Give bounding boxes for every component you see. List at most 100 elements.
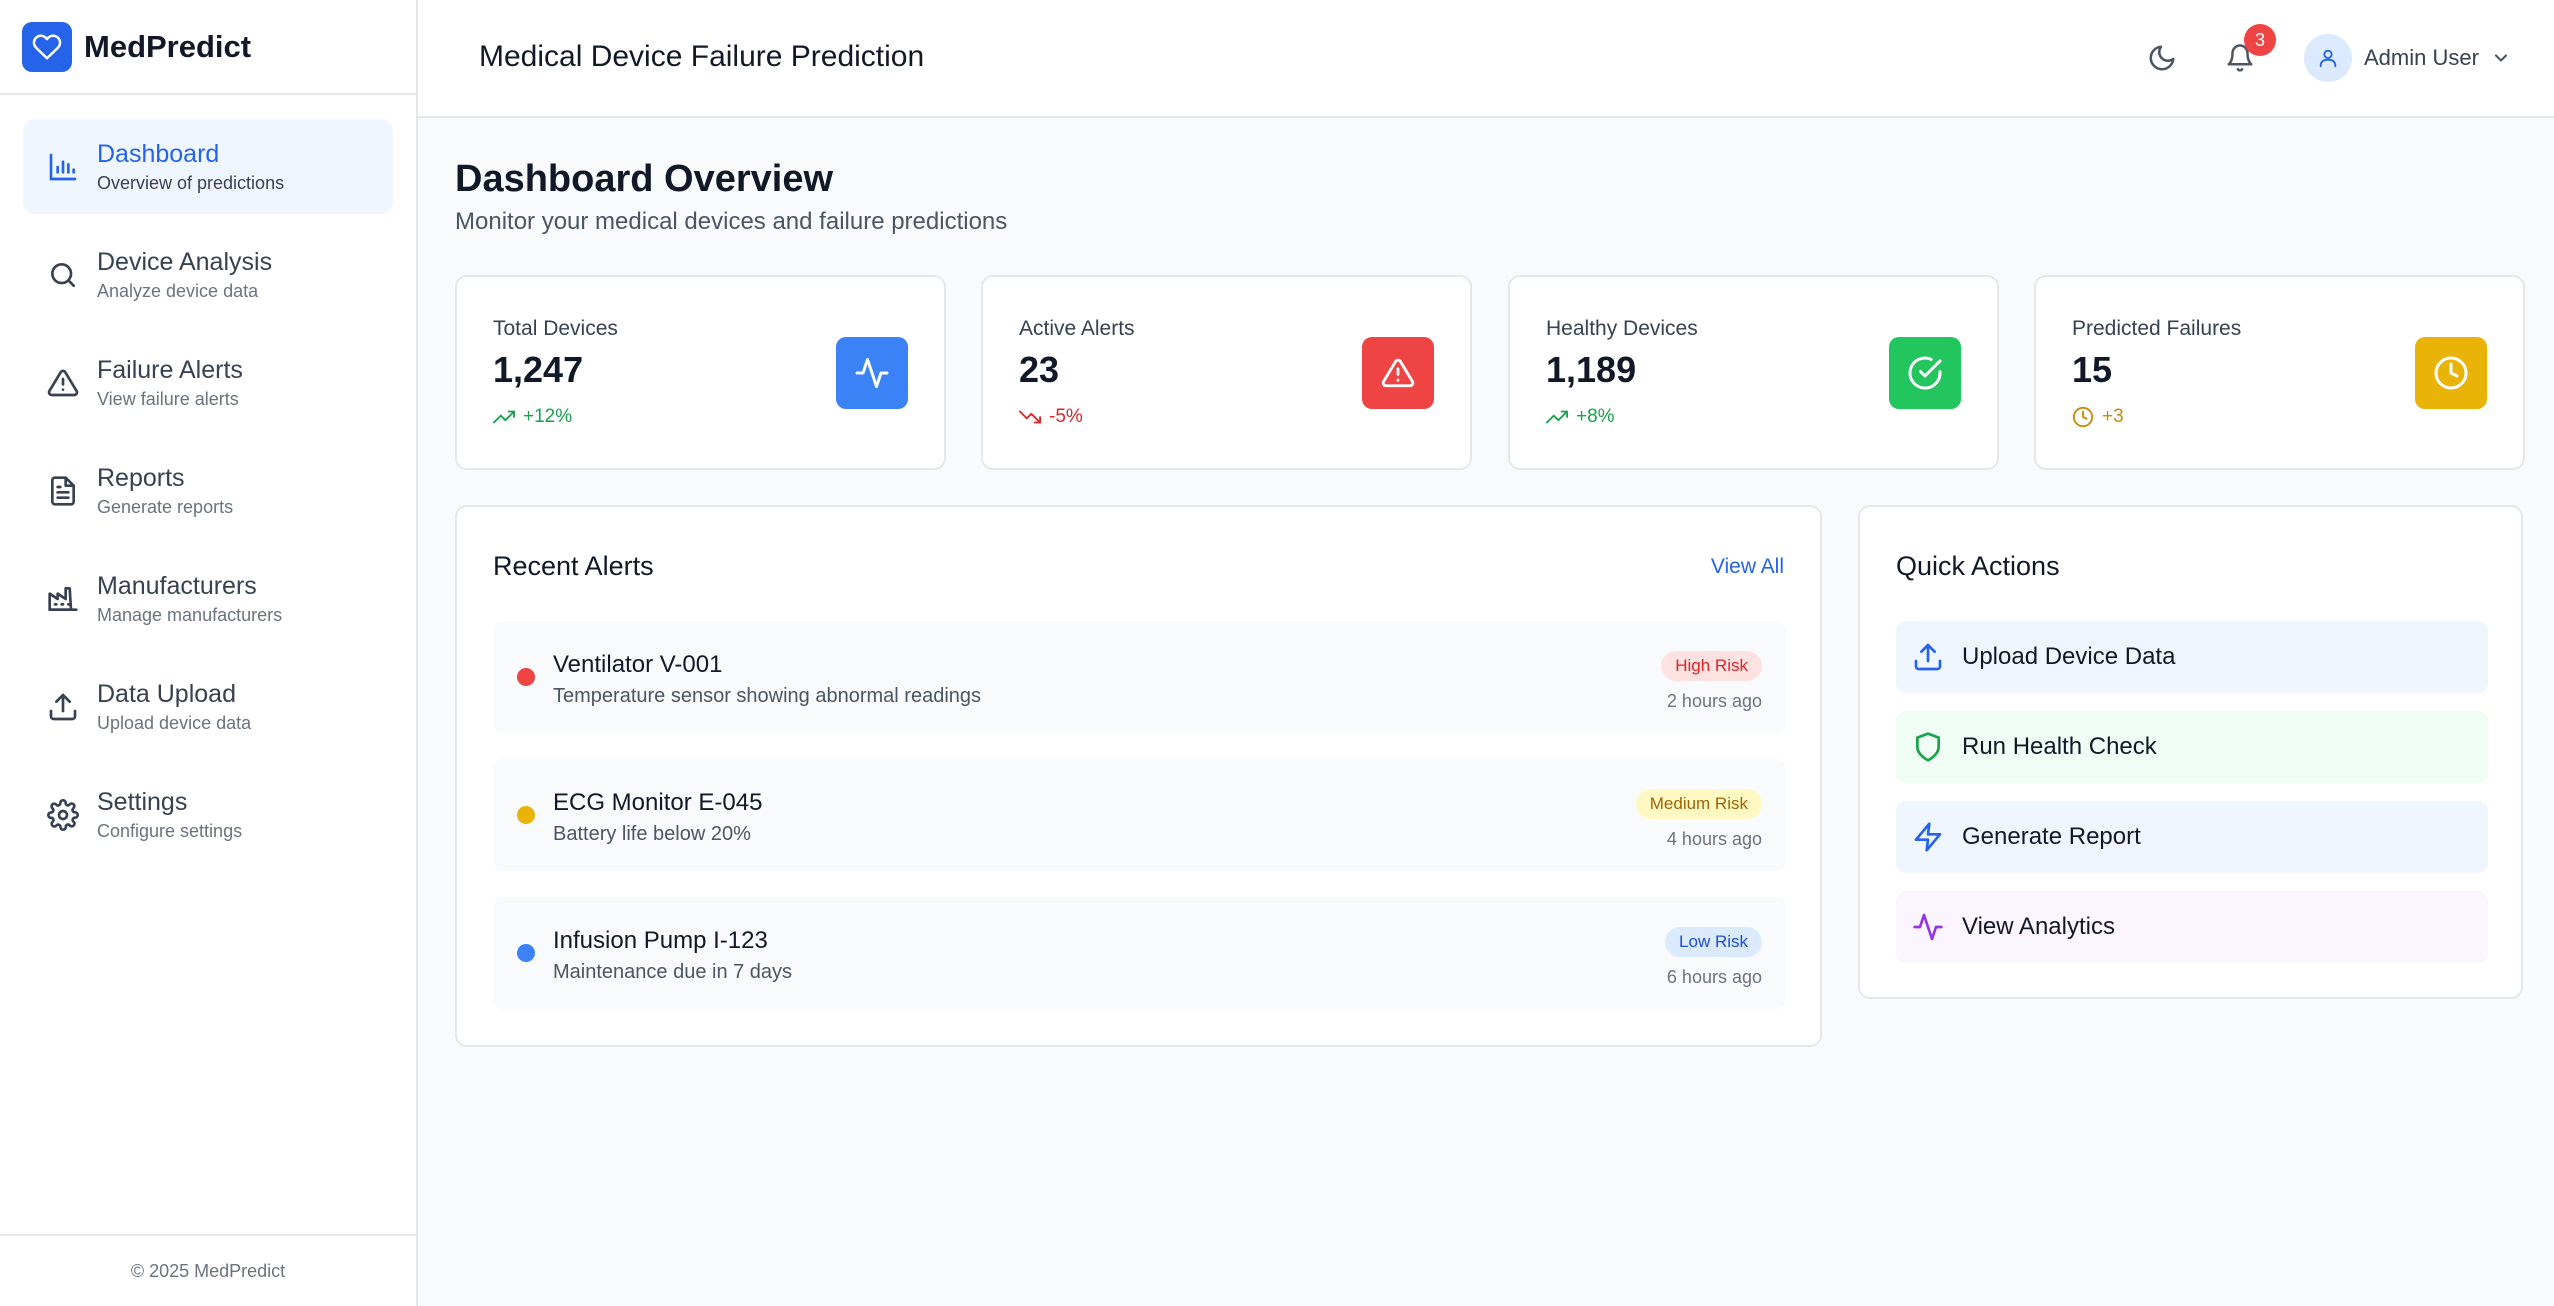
chevron-down-icon [2491, 48, 2511, 68]
user-name: Admin User [2364, 45, 2479, 70]
upload-icon [1912, 641, 1944, 673]
activity-icon [1912, 911, 1944, 943]
trending-up-icon [493, 406, 515, 428]
sidebar-item-sublabel: View failure alerts [97, 388, 239, 409]
user-menu[interactable]: Admin User [2304, 34, 2511, 82]
alert-device-name: Infusion Pump I-123 [553, 927, 768, 954]
alert-timestamp: 6 hours ago [1666, 967, 1762, 987]
stat-card-healthy-devices: Healthy Devices 1,189 +8% [1508, 275, 1999, 470]
quick-action-label: View Analytics [1962, 913, 2115, 940]
view-all-link[interactable]: View All [1711, 555, 1784, 579]
sidebar-nav: Dashboard Overview of predictions Device… [0, 95, 416, 862]
warning-icon [47, 367, 79, 399]
stat-label: Active Alerts [1019, 317, 1135, 340]
gear-icon [47, 798, 79, 831]
generate-report-button[interactable]: Generate Report [1896, 801, 2488, 873]
sidebar-item-label: Dashboard [97, 139, 220, 168]
stat-trend-value: +3 [2102, 406, 2124, 427]
alert-status-dot [517, 806, 535, 824]
alert-description: Battery life below 20% [553, 823, 751, 845]
risk-badge: Medium Risk [1635, 789, 1762, 819]
quick-action-label: Run Health Check [1962, 733, 2157, 760]
quick-action-label: Upload Device Data [1962, 643, 2176, 670]
recent-alerts-panel: Recent Alerts View All Ventilator V-001 … [455, 505, 1822, 1047]
user-avatar-icon [2304, 34, 2352, 82]
recent-alerts-title: Recent Alerts [493, 551, 654, 581]
stat-value: 1,247 [493, 349, 584, 390]
check-circle-icon [1889, 337, 1961, 409]
moon-icon [2147, 43, 2177, 73]
quick-action-label: Generate Report [1962, 823, 2141, 850]
sidebar-item-sublabel: Manage manufacturers [97, 604, 283, 625]
brand-name: MedPredict [84, 28, 252, 64]
sidebar: MedPredict Dashboard Overview of predict… [0, 0, 418, 1306]
top-header: Medical Device Failure Prediction 3 Admi… [418, 0, 2554, 118]
stat-label: Total Devices [493, 317, 618, 340]
stat-value: 1,189 [1546, 349, 1637, 390]
warning-icon [1362, 337, 1434, 409]
alert-description: Maintenance due in 7 days [553, 961, 793, 983]
heart-logo-icon [22, 21, 72, 72]
sidebar-item-manufacturers[interactable]: Manufacturers Manage manufacturers [23, 551, 393, 646]
stat-trend-value: -5% [1049, 406, 1083, 427]
sidebar-item-dashboard[interactable]: Dashboard Overview of predictions [23, 119, 393, 214]
clock-icon [2072, 406, 2094, 428]
sidebar-item-label: Manufacturers [97, 571, 257, 600]
risk-badge: High Risk [1661, 651, 1762, 681]
sidebar-item-label: Device Analysis [97, 247, 273, 276]
alert-device-name: ECG Monitor E-045 [553, 789, 763, 816]
stat-trend-value: +12% [523, 406, 573, 427]
document-icon [47, 475, 79, 507]
sidebar-item-sublabel: Generate reports [97, 496, 234, 517]
stat-trend: +12% [493, 406, 572, 428]
alert-item[interactable]: ECG Monitor E-045 Battery life below 20%… [493, 759, 1786, 871]
notification-count-badge: 3 [2244, 24, 2276, 56]
stat-trend: -5% [1019, 406, 1083, 428]
page-title: Dashboard Overview [455, 158, 834, 200]
view-analytics-button[interactable]: View Analytics [1896, 891, 2488, 963]
lightning-icon [1912, 821, 1944, 853]
sidebar-item-device-analysis[interactable]: Device Analysis Analyze device data [23, 227, 393, 322]
risk-badge: Low Risk [1665, 927, 1762, 957]
alert-status-dot [517, 944, 535, 962]
upload-device-data-button[interactable]: Upload Device Data [1896, 621, 2488, 693]
stat-trend-value: +8% [1576, 406, 1615, 427]
clock-icon [2415, 337, 2487, 409]
alert-status-dot [517, 668, 535, 686]
alert-item[interactable]: Infusion Pump I-123 Maintenance due in 7… [493, 897, 1786, 1009]
dark-mode-toggle[interactable] [2142, 38, 2182, 78]
stat-label: Healthy Devices [1546, 317, 1698, 340]
sidebar-item-settings[interactable]: Settings Configure settings [23, 767, 393, 862]
sidebar-item-label: Data Upload [97, 679, 236, 708]
sidebar-item-sublabel: Upload device data [97, 712, 252, 733]
quick-actions-title: Quick Actions [1896, 551, 2060, 581]
quick-actions-panel: Quick Actions Upload Device Data Run Hea… [1858, 505, 2523, 999]
sidebar-item-data-upload[interactable]: Data Upload Upload device data [23, 659, 393, 754]
bar-chart-icon [47, 151, 79, 183]
run-health-check-button[interactable]: Run Health Check [1896, 711, 2488, 783]
stat-trend: +8% [1546, 406, 1615, 428]
sidebar-item-label: Failure Alerts [97, 355, 243, 384]
page-subtitle: Monitor your medical devices and failure… [455, 208, 1008, 235]
shield-icon [1912, 731, 1944, 763]
search-icon [47, 259, 79, 291]
stat-card-active-alerts: Active Alerts 23 -5% [981, 275, 1472, 470]
header-title: Medical Device Failure Prediction [479, 40, 925, 73]
upload-icon [47, 691, 79, 723]
alert-description: Temperature sensor showing abnormal read… [553, 685, 982, 707]
sidebar-item-sublabel: Configure settings [97, 820, 243, 841]
alert-device-name: Ventilator V-001 [553, 651, 723, 678]
sidebar-item-label: Reports [97, 463, 185, 492]
sidebar-item-failure-alerts[interactable]: Failure Alerts View failure alerts [23, 335, 393, 430]
factory-icon [47, 583, 79, 615]
sidebar-item-sublabel: Overview of predictions [97, 172, 285, 193]
trending-down-icon [1019, 406, 1041, 428]
brand[interactable]: MedPredict [0, 0, 416, 95]
sidebar-item-reports[interactable]: Reports Generate reports [23, 443, 393, 538]
sidebar-item-label: Settings [97, 787, 188, 816]
activity-icon [836, 337, 908, 409]
alert-item[interactable]: Ventilator V-001 Temperature sensor show… [493, 621, 1786, 733]
stat-value: 23 [1019, 349, 1060, 390]
trending-up-icon [1546, 406, 1568, 428]
stat-card-total-devices: Total Devices 1,247 +12% [455, 275, 946, 470]
